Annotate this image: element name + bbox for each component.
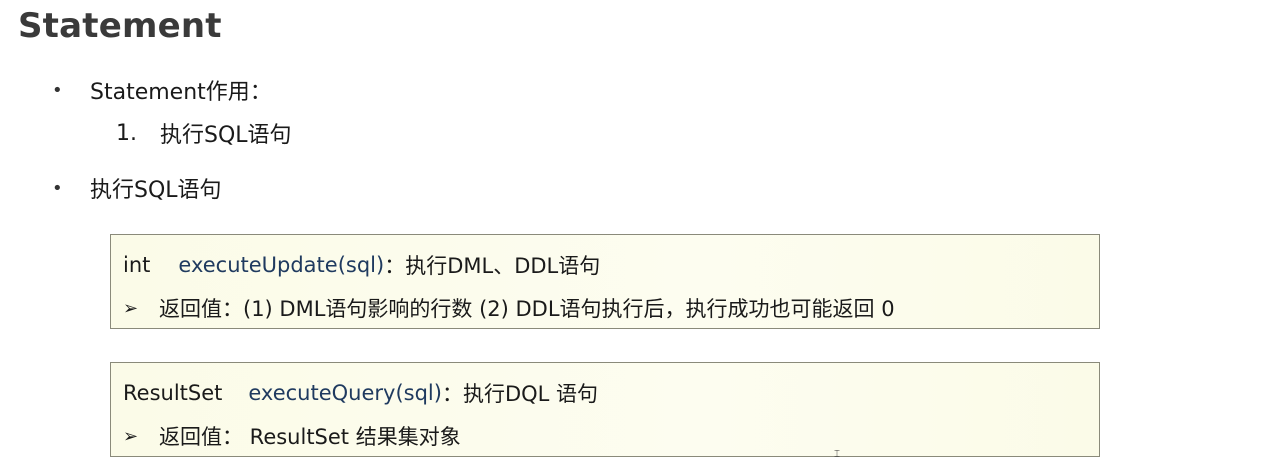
numbered-item: 1. 执行SQL语句 — [116, 117, 292, 149]
page-title: Statement — [18, 6, 222, 46]
bullet-icon: • — [52, 79, 63, 101]
bullet-label: 执行SQL语句 — [90, 178, 222, 203]
return-value-text: 返回值： ResultSet 结果集对象 — [159, 425, 461, 449]
return-value-line: ➢ 返回值：(1) DML语句影响的行数 (2) DDL语句执行后，执行成功也可… — [123, 293, 895, 323]
mouse-cursor-icon: ⌶ — [834, 449, 840, 460]
return-value-text: 返回值：(1) DML语句影响的行数 (2) DDL语句执行后，执行成功也可能返… — [159, 297, 895, 321]
return-type: ResultSet — [123, 381, 223, 405]
method-signature: int executeUpdate(sql) ：执行DML、DDL语句 — [123, 250, 600, 280]
method-description: ：执行DQL 语句 — [441, 382, 599, 406]
method-name: executeUpdate(sql) — [178, 253, 385, 277]
method-description: ：执行DML、DDL语句 — [384, 254, 601, 278]
item-text: 执行SQL语句 — [160, 123, 292, 148]
execute-query-box: ResultSet executeQuery(sql) ：执行DQL 语句 ➢ … — [110, 362, 1100, 457]
bullet-label: Statement作用： — [90, 80, 272, 105]
bullet-item-1: • Statement作用： — [52, 74, 272, 106]
slide: Statement • Statement作用： 1. 执行SQL语句 • 执行… — [0, 0, 1266, 460]
method-name: executeQuery(sql) — [248, 381, 442, 405]
arrow-bullet-icon: ➢ — [123, 425, 139, 447]
return-type: int — [123, 253, 151, 277]
method-signature: ResultSet executeQuery(sql) ：执行DQL 语句 — [123, 378, 598, 408]
return-value-line: ➢ 返回值： ResultSet 结果集对象 — [123, 421, 461, 451]
bullet-icon: • — [52, 177, 63, 199]
execute-update-box: int executeUpdate(sql) ：执行DML、DDL语句 ➢ 返回… — [110, 234, 1100, 329]
arrow-bullet-icon: ➢ — [123, 297, 139, 319]
item-number: 1. — [116, 120, 137, 146]
bullet-item-2: • 执行SQL语句 — [52, 172, 222, 204]
